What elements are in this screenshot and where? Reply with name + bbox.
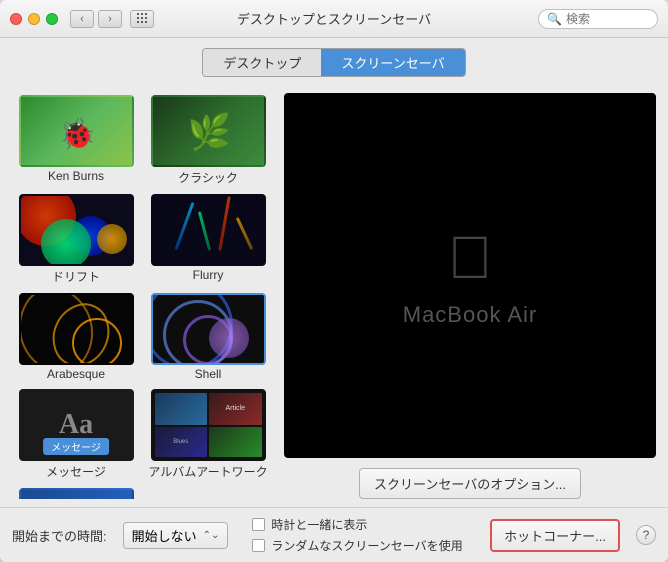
album-label: アルバムアートワーク: [148, 463, 267, 480]
start-time-label: 開始までの時間:: [12, 526, 107, 545]
album-cell: [155, 393, 208, 425]
tab-screensaver[interactable]: スクリーンセーバ: [321, 49, 464, 76]
list-item[interactable]: Shell: [144, 291, 272, 383]
screensaver-list: Ken Burns クラシック ドリフト: [12, 93, 272, 499]
screensaver-grid: Ken Burns クラシック ドリフト: [12, 93, 272, 499]
checkbox-row: 時計と一緒に表示: [252, 516, 462, 533]
shell-shape: [209, 318, 249, 358]
list-item[interactable]: Arabesque: [12, 291, 140, 383]
checkboxes: 時計と一緒に表示 ランダムなスクリーンセーバを使用: [252, 516, 462, 554]
grid-icon: [137, 13, 148, 24]
flurry-line: [174, 202, 194, 250]
flurry-line: [235, 217, 253, 250]
clock-label: 時計と一緒に表示: [271, 516, 367, 533]
window-title: デスクトップとスクリーンセーバ: [237, 9, 431, 28]
classic-label: クラシック: [178, 169, 238, 186]
forward-button[interactable]: ›: [98, 10, 122, 28]
album-cell: Article: [209, 393, 262, 425]
random-checkbox[interactable]: [252, 539, 265, 552]
titlebar: ‹ › デスクトップとスクリーンセーバ 🔍: [0, 0, 668, 38]
start-time-select[interactable]: 開始しない ⌃⌄: [123, 522, 229, 549]
traffic-lights: [10, 13, 58, 25]
list-item[interactable]: ドリフト: [12, 192, 140, 287]
help-button[interactable]: ?: [636, 525, 656, 545]
list-item[interactable]: Article Blues アルバムアートワーク: [144, 387, 272, 482]
drift-circle: [41, 219, 91, 266]
shell-label: Shell: [195, 367, 222, 381]
list-item[interactable]: graphy lexicog 今日の一言: [12, 486, 140, 499]
maximize-button[interactable]: [46, 13, 58, 25]
list-item[interactable]: Ken Burns: [12, 93, 140, 188]
tab-bar: デスクトップ スクリーンセーバ: [0, 38, 668, 85]
list-item[interactable]: Aa メッセージ メッセージ: [12, 387, 140, 482]
classic-thumb: [151, 95, 266, 167]
main-content: Ken Burns クラシック ドリフト: [0, 85, 668, 507]
message-label: メッセージ: [46, 463, 106, 480]
right-panel:  MacBook Air スクリーンセーバのオプション...: [284, 93, 656, 499]
arabesque-thumb: [19, 293, 134, 365]
tab-group: デスクトップ スクリーンセーバ: [202, 48, 465, 77]
message-aa: Aa: [59, 409, 93, 441]
preview-box[interactable]:  MacBook Air: [284, 93, 656, 458]
checkbox-row: ランダムなスクリーンセーバを使用: [252, 537, 462, 554]
list-item[interactable]: クラシック: [144, 93, 272, 188]
minimize-button[interactable]: [28, 13, 40, 25]
back-button[interactable]: ‹: [70, 10, 94, 28]
search-input[interactable]: [566, 12, 651, 26]
arabesque-label: Arabesque: [47, 367, 105, 381]
hot-corner-button[interactable]: ホットコーナー...: [490, 519, 620, 552]
apple-logo-icon: : [448, 223, 493, 292]
bottom-bar: 開始までの時間: 開始しない ⌃⌄ 時計と一緒に表示 ランダムなスクリーンセーバ…: [0, 507, 668, 562]
search-box[interactable]: 🔍: [538, 9, 658, 29]
kenburns-label: Ken Burns: [48, 169, 104, 183]
drift-label: ドリフト: [52, 268, 100, 285]
flurry-line: [197, 211, 210, 250]
tab-desktop[interactable]: デスクトップ: [203, 49, 321, 76]
start-time-value: 開始しない: [132, 526, 197, 545]
select-arrow-icon: ⌃⌄: [203, 530, 220, 541]
options-button[interactable]: スクリーンセーバのオプション...: [359, 468, 581, 499]
album-cell: Blues: [155, 427, 208, 458]
kenburns-thumb: [19, 95, 134, 167]
list-item[interactable]: Flurry: [144, 192, 272, 287]
album-thumb: Article Blues: [151, 389, 266, 461]
kotoba-thumb: graphy lexicog: [19, 488, 134, 499]
random-label: ランダムなスクリーンセーバを使用: [271, 537, 462, 554]
search-icon: 🔍: [547, 12, 562, 26]
drift-circle: [97, 224, 127, 254]
clock-checkbox[interactable]: [252, 518, 265, 531]
flurry-label: Flurry: [193, 268, 224, 282]
message-thumb: Aa メッセージ: [19, 389, 134, 461]
shell-thumb: [151, 293, 266, 365]
grid-button[interactable]: [130, 10, 154, 28]
flurry-thumb: [151, 194, 266, 266]
close-button[interactable]: [10, 13, 22, 25]
message-badge: メッセージ: [43, 438, 109, 455]
flurry-line: [218, 196, 231, 251]
main-window: ‹ › デスクトップとスクリーンセーバ 🔍 デスクトップ スクリーンセーバ: [0, 0, 668, 562]
device-name: MacBook Air: [403, 302, 538, 328]
album-cell: [209, 427, 262, 458]
drift-thumb: [19, 194, 134, 266]
nav-buttons: ‹ ›: [70, 10, 122, 28]
